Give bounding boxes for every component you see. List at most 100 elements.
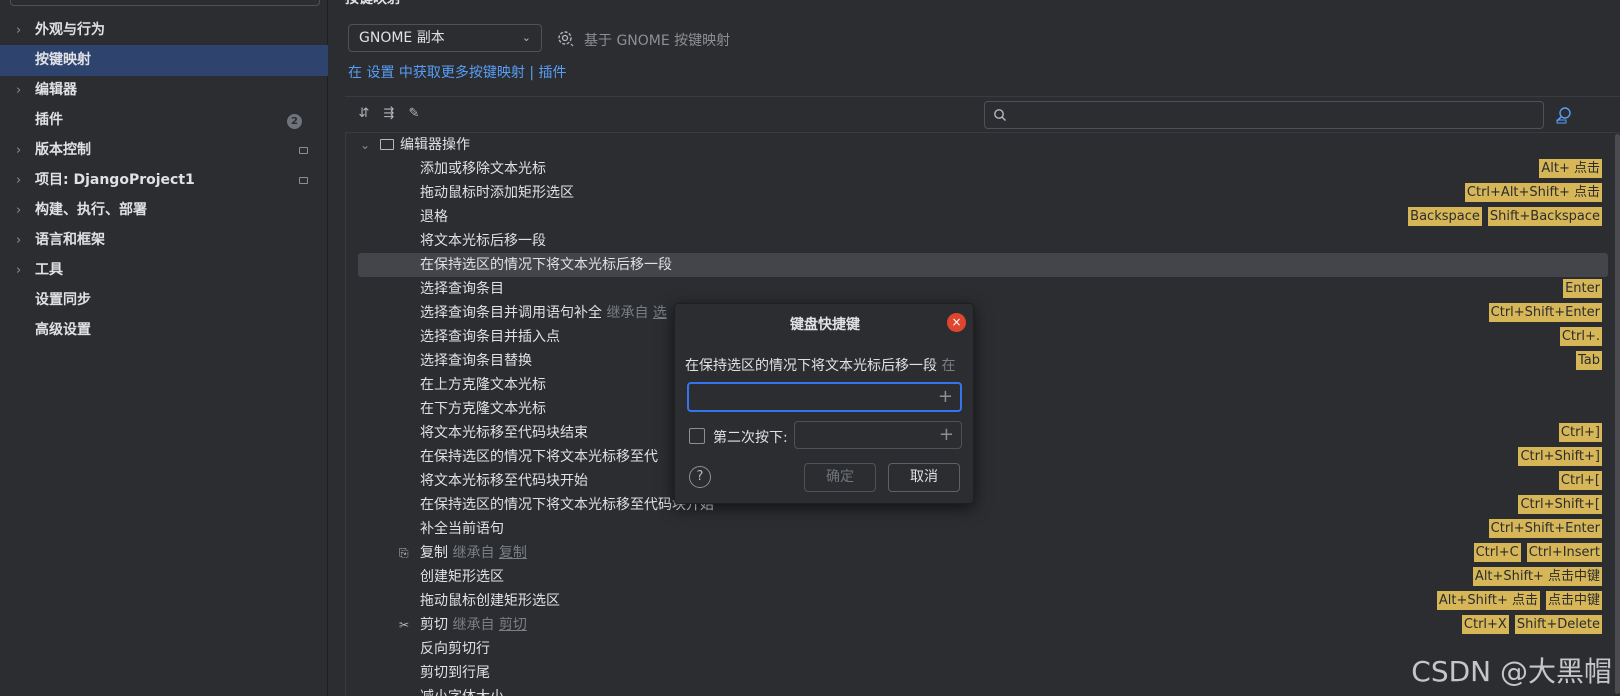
action-label-group: 减小字体大小 bbox=[420, 685, 504, 696]
shortcut-list: Alt+ 点击 bbox=[1539, 159, 1602, 178]
sidebar-item[interactable]: › 语言和框架 bbox=[0, 225, 328, 256]
shortcut-list: Ctrl+C Ctrl+Insert bbox=[1473, 543, 1602, 562]
action-row[interactable]: 添加或移除文本光标 Alt+ 点击 bbox=[346, 157, 1608, 181]
inherited-link[interactable]: 选 bbox=[653, 305, 667, 321]
sidebar-item[interactable]: › 外观与行为 bbox=[0, 15, 328, 46]
keymap-select[interactable]: GNOME 副本 ⌄ bbox=[348, 24, 542, 52]
scrollbar[interactable] bbox=[1615, 134, 1620, 694]
keymap-search-input[interactable] bbox=[984, 101, 1544, 129]
action-row[interactable]: 将文本光标后移一段 bbox=[346, 229, 1608, 253]
shortcut-list: Alt+Shift+ 点击中键 bbox=[1472, 567, 1602, 586]
sidebar-item[interactable]: 插件 2 bbox=[0, 105, 328, 136]
sidebar-item[interactable]: › 构建、执行、部署 bbox=[0, 195, 328, 226]
action-row[interactable]: 在保持选区的情况下将文本光标移至代 Ctrl+Shift+] bbox=[346, 445, 1608, 469]
sidebar-item-label: 设置同步 bbox=[35, 292, 91, 308]
dialog-action-inherited: 在 bbox=[937, 358, 956, 374]
action-row[interactable]: 拖动鼠标创建矩形选区 Alt+Shift+ 点击 点击中键 bbox=[346, 589, 1608, 613]
help-button[interactable]: ? bbox=[689, 466, 711, 488]
dialog-action-label: 在保持选区的情况下将文本光标后移一段 在 bbox=[685, 355, 965, 375]
sidebar-item[interactable]: › 工具 bbox=[0, 255, 328, 286]
action-row[interactable]: 在保持选区的情况下将文本光标后移一段 bbox=[358, 253, 1608, 277]
plus-icon[interactable]: + bbox=[938, 386, 953, 408]
settings-search-input[interactable] bbox=[10, 0, 320, 6]
second-stroke-field[interactable]: + bbox=[794, 421, 962, 449]
shortcut-list: Ctrl+[ bbox=[1558, 471, 1602, 490]
action-row[interactable]: ✂ 剪切 继承自 剪切 Ctrl+X Shift+Delete bbox=[346, 613, 1608, 637]
chevron-right-icon: › bbox=[16, 143, 22, 158]
inherited-note: 继承自 选 bbox=[602, 305, 667, 321]
sidebar-item-label: 语言和框架 bbox=[35, 232, 105, 248]
inherited-link[interactable]: 复制 bbox=[499, 545, 527, 561]
shortcut-list: Alt+Shift+ 点击 点击中键 bbox=[1436, 591, 1602, 610]
chevron-right-icon: › bbox=[16, 263, 22, 278]
action-row[interactable]: 选择查询条目替换 Tab bbox=[346, 349, 1608, 373]
action-label-group: 将文本光标移至代码块开始 bbox=[420, 469, 588, 493]
action-label-group: 选择查询条目并调用语句补全 继承自 选 bbox=[420, 301, 667, 325]
sidebar-item[interactable]: 按键映射 bbox=[0, 45, 328, 76]
action-row[interactable]: 拖动鼠标时添加矩形选区 Ctrl+Alt+Shift+ 点击 bbox=[346, 181, 1608, 205]
action-row[interactable]: 在上方克隆文本光标 bbox=[346, 373, 1608, 397]
ok-button[interactable]: 确定 bbox=[804, 463, 876, 492]
action-label-group: 将文本光标移至代码块结束 bbox=[420, 421, 588, 445]
inherited-prefix: 继承自 bbox=[606, 305, 653, 321]
action-row[interactable]: ⎘ 复制 继承自 复制 Ctrl+C Ctrl+Insert bbox=[346, 541, 1608, 565]
action-label: 复制 bbox=[420, 545, 448, 561]
inherited-note: 继承自 复制 bbox=[448, 545, 527, 561]
action-row[interactable]: 在下方克隆文本光标 bbox=[346, 397, 1608, 421]
action-label-group: 复制 继承自 复制 bbox=[420, 541, 527, 565]
close-icon[interactable]: × bbox=[947, 313, 966, 332]
inherited-prefix: 继承自 bbox=[452, 545, 499, 561]
sidebar-item-label: 按键映射 bbox=[35, 52, 91, 68]
shortcut-list: Tab bbox=[1575, 351, 1602, 370]
find-by-shortcut-icon[interactable] bbox=[1554, 105, 1574, 125]
action-label: 减小字体大小 bbox=[420, 689, 504, 696]
plus-icon[interactable]: + bbox=[939, 424, 954, 446]
expand-all-icon[interactable]: ⇵ bbox=[355, 105, 373, 123]
action-label-group: 将文本光标后移一段 bbox=[420, 229, 546, 253]
action-label-group: 选择查询条目替换 bbox=[420, 349, 532, 373]
action-row[interactable]: 退格 Backspace Shift+Backspace bbox=[346, 205, 1608, 229]
chevron-right-icon: › bbox=[16, 233, 22, 248]
action-row[interactable]: 将文本光标移至代码块结束 Ctrl+] bbox=[346, 421, 1608, 445]
gear-icon[interactable] bbox=[555, 28, 575, 48]
sidebar-item[interactable]: 高级设置 bbox=[0, 315, 328, 346]
action-label: 选择查询条目并调用语句补全 bbox=[420, 305, 602, 321]
second-stroke-checkbox[interactable] bbox=[689, 428, 705, 444]
sidebar-item[interactable]: › 项目: DjangoProject1 bbox=[0, 165, 328, 196]
sidebar-item[interactable]: › 版本控制 bbox=[0, 135, 328, 166]
cancel-button[interactable]: 取消 bbox=[888, 463, 960, 492]
shortcut-badge: Ctrl+Shift+[ bbox=[1518, 495, 1602, 514]
action-label: 选择查询条目 bbox=[420, 281, 504, 297]
action-row[interactable]: 选择查询条目并调用语句补全 继承自 选 Ctrl+Shift+Enter bbox=[346, 301, 1608, 325]
shortcut-list: Ctrl+Shift+Enter bbox=[1488, 303, 1602, 322]
shortcut-list: Ctrl+Shift+] bbox=[1518, 447, 1602, 466]
action-label: 补全当前语句 bbox=[420, 521, 504, 537]
tree-folder-row[interactable]: ⌄ 编辑器操作 bbox=[346, 133, 1608, 157]
action-row[interactable]: 将文本光标移至代码块开始 Ctrl+[ bbox=[346, 469, 1608, 493]
action-label: 反向剪切行 bbox=[420, 641, 490, 657]
sidebar-item-label: 外观与行为 bbox=[35, 22, 105, 38]
action-label-group: 退格 bbox=[420, 205, 448, 229]
shortcut-badge: Enter bbox=[1563, 279, 1602, 298]
action-label-group: 拖动鼠标时添加矩形选区 bbox=[420, 181, 574, 205]
shortcut-badge: Ctrl+Shift+Enter bbox=[1488, 519, 1602, 538]
action-label: 创建矩形选区 bbox=[420, 569, 504, 585]
action-row[interactable]: 在保持选区的情况下将文本光标移至代码块开始 Ctrl+Shift+[ bbox=[346, 493, 1608, 517]
get-more-keymaps-link[interactable]: 在 设置 中获取更多按键映射 | 插件 bbox=[348, 62, 567, 82]
action-row[interactable]: 选择查询条目并插入点 Ctrl+. bbox=[346, 325, 1608, 349]
action-row[interactable]: 补全当前语句 Ctrl+Shift+Enter bbox=[346, 517, 1608, 541]
edit-shortcut-icon[interactable]: ✎ bbox=[405, 105, 423, 123]
first-stroke-field[interactable]: + bbox=[687, 382, 962, 412]
sidebar-item[interactable]: 设置同步 bbox=[0, 285, 328, 316]
action-row[interactable]: 创建矩形选区 Alt+Shift+ 点击中键 bbox=[346, 565, 1608, 589]
action-label: 将文本光标移至代码块开始 bbox=[420, 473, 588, 489]
collapse-all-icon[interactable]: ⇶ bbox=[380, 105, 398, 123]
action-label-group: 反向剪切行 bbox=[420, 637, 490, 661]
shortcut-list: Ctrl+Shift+Enter bbox=[1488, 519, 1602, 538]
watermark: CSDN @大黑帽 bbox=[1411, 655, 1612, 688]
sidebar-item[interactable]: › 编辑器 bbox=[0, 75, 328, 106]
inherited-link[interactable]: 剪切 bbox=[499, 617, 527, 633]
action-label: 拖动鼠标创建矩形选区 bbox=[420, 593, 560, 609]
action-row[interactable]: 选择查询条目 Enter bbox=[346, 277, 1608, 301]
keymap-panel: 按键映射 GNOME 副本 ⌄ 基于 GNOME 按键映射 在 设置 中获取更多… bbox=[329, 0, 1620, 696]
